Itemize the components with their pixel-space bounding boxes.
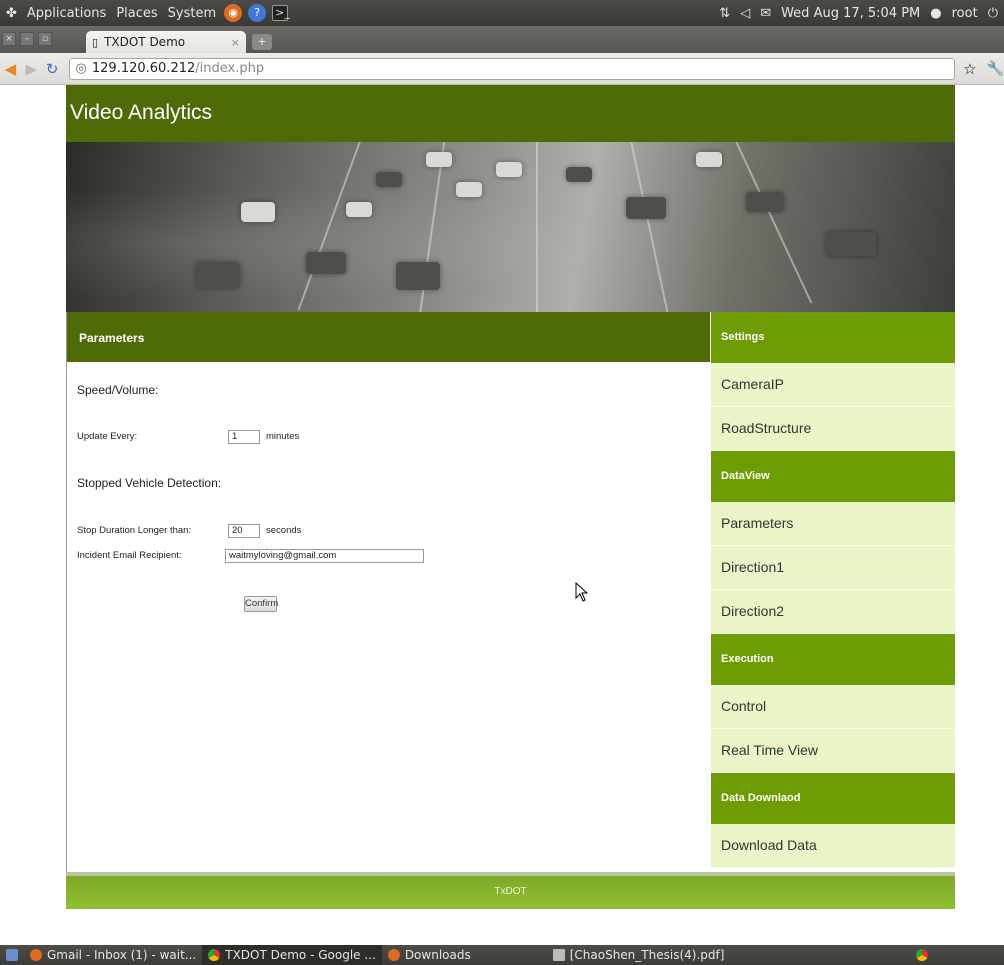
mouse-cursor-icon bbox=[575, 582, 589, 602]
tray-chrome[interactable] bbox=[910, 945, 934, 965]
tab-txdot-demo[interactable]: ▯ TXDOT Demo × bbox=[86, 31, 246, 53]
speed-volume-label: Speed/Volume: bbox=[77, 383, 159, 397]
window-minimize-button[interactable]: – bbox=[20, 32, 34, 46]
url-host: 129.120.60.212 bbox=[91, 61, 196, 76]
page-icon: ▯ bbox=[92, 35, 99, 49]
chrome-icon bbox=[208, 949, 221, 961]
stop-duration-label: Stop Duration Longer than: bbox=[77, 525, 192, 536]
tab-title: TXDOT Demo bbox=[104, 35, 186, 49]
highway-banner-image bbox=[66, 142, 955, 312]
task-label: Downloads bbox=[404, 948, 471, 962]
firefox-icon bbox=[387, 949, 400, 961]
stopped-vehicle-label: Stopped Vehicle Detection: bbox=[77, 476, 222, 490]
taskbar: Gmail - Inbox (1) - wait... TXDOT Demo -… bbox=[0, 945, 1004, 965]
desktop-icon bbox=[6, 949, 18, 961]
stop-duration-unit: seconds bbox=[266, 525, 302, 536]
clock[interactable]: Wed Aug 17, 5:04 PM bbox=[781, 6, 920, 21]
task-label: TXDOT Demo - Google ... bbox=[225, 948, 376, 962]
email-label: Incident Email Recipient: bbox=[77, 550, 182, 561]
sidebar-item-download-data[interactable]: Download Data bbox=[711, 824, 955, 868]
task-downloads[interactable]: Downloads bbox=[382, 945, 477, 965]
sidebar: Settings CameraIP RoadStructure DataView… bbox=[711, 312, 955, 872]
sidebar-item-control[interactable]: Control bbox=[711, 685, 955, 729]
site-header: Video Analytics bbox=[66, 85, 955, 142]
user-name[interactable]: root bbox=[952, 6, 978, 21]
address-bar[interactable]: ◎ 129.120.60.212/index.php bbox=[68, 57, 956, 80]
confirm-button[interactable]: Confirm bbox=[244, 596, 278, 612]
stop-duration-input[interactable]: 20 bbox=[228, 524, 260, 538]
reload-icon[interactable]: ↻ bbox=[42, 60, 63, 78]
browser-tab-bar: × – ▫ ▯ TXDOT Demo × + bbox=[0, 26, 1004, 53]
user-icon: ● bbox=[930, 5, 942, 21]
forward-icon[interactable]: ▶ bbox=[21, 60, 42, 78]
task-thesis-pdf[interactable]: [ChaoShen_Thesis(4).pdf] bbox=[547, 945, 731, 965]
task-label: [ChaoShen_Thesis(4).pdf] bbox=[569, 948, 725, 962]
firefox-icon bbox=[30, 949, 42, 961]
browser-nav-bar: ◀ ▶ ↻ ◎ 129.120.60.212/index.php ☆ 🔧 bbox=[0, 53, 1004, 85]
web-page: Video Analytics Parameters Speed/Volume:… bbox=[66, 85, 955, 909]
volume-icon[interactable]: ◁ bbox=[740, 6, 750, 21]
document-icon bbox=[552, 949, 565, 961]
sidebar-item-cameraip[interactable]: CameraIP bbox=[711, 363, 955, 407]
window-close-button[interactable]: × bbox=[2, 32, 16, 46]
task-label: Gmail - Inbox (1) - wait... bbox=[47, 948, 197, 962]
parameters-panel: Parameters Speed/Volume: Update Every: 1… bbox=[66, 312, 710, 872]
system-top-bar: ✤ Applications Places System ◉ ? >_ ⇅ ◁ … bbox=[0, 0, 1004, 26]
email-input[interactable]: waitmyloving@gmail.com bbox=[225, 549, 424, 563]
update-every-unit: minutes bbox=[266, 431, 300, 442]
mail-icon[interactable]: ✉ bbox=[760, 6, 771, 21]
globe-icon: ◎ bbox=[75, 61, 87, 76]
sidebar-heading-execution: Execution bbox=[711, 634, 955, 685]
url-path: /index.php bbox=[195, 61, 265, 76]
task-gmail[interactable]: Gmail - Inbox (1) - wait... bbox=[24, 945, 202, 965]
sidebar-item-parameters[interactable]: Parameters bbox=[711, 502, 955, 546]
bookmark-star-icon[interactable]: ☆ bbox=[963, 60, 976, 78]
sidebar-item-direction2[interactable]: Direction2 bbox=[711, 590, 955, 634]
help-icon[interactable]: ? bbox=[248, 4, 267, 22]
sidebar-heading-dataview: DataView bbox=[711, 451, 955, 502]
menu-applications[interactable]: Applications bbox=[25, 6, 108, 21]
sidebar-heading-settings: Settings bbox=[711, 312, 955, 363]
site-title: Video Analytics bbox=[70, 101, 213, 124]
sidebar-item-direction1[interactable]: Direction1 bbox=[711, 546, 955, 590]
menu-system[interactable]: System bbox=[166, 6, 218, 21]
parameters-heading: Parameters bbox=[67, 312, 710, 362]
firefox-launcher-icon[interactable]: ◉ bbox=[224, 4, 243, 22]
wrench-icon[interactable]: 🔧 bbox=[987, 61, 1004, 77]
menu-places[interactable]: Places bbox=[114, 6, 159, 21]
new-tab-button[interactable]: + bbox=[252, 34, 272, 50]
task-txdot-demo[interactable]: TXDOT Demo - Google ... bbox=[202, 945, 382, 965]
update-every-label: Update Every: bbox=[77, 431, 138, 442]
sidebar-item-roadstructure[interactable]: RoadStructure bbox=[711, 407, 955, 451]
sidebar-item-real-time-view[interactable]: Real Time View bbox=[711, 729, 955, 773]
back-icon[interactable]: ◀ bbox=[0, 60, 21, 78]
tab-close-icon[interactable]: × bbox=[231, 36, 240, 49]
window-maximize-button[interactable]: ▫ bbox=[38, 32, 52, 46]
update-every-input[interactable]: 1 bbox=[228, 430, 260, 444]
sidebar-heading-data-download: Data Downlaod bbox=[711, 773, 955, 824]
power-icon[interactable]: ⏻ bbox=[988, 6, 998, 21]
chrome-icon bbox=[916, 949, 928, 961]
site-footer: TxDOT bbox=[66, 872, 955, 909]
gnome-foot-icon[interactable]: ✤ bbox=[4, 6, 19, 21]
network-icon[interactable]: ⇅ bbox=[719, 6, 730, 21]
show-desktop-button[interactable] bbox=[0, 945, 24, 965]
terminal-icon[interactable]: >_ bbox=[272, 5, 290, 21]
